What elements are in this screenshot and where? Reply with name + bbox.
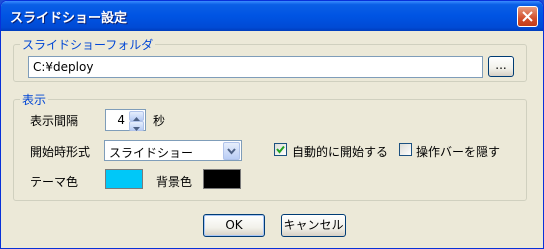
hide-toolbar-checkbox[interactable] [399, 143, 412, 156]
start-format-select[interactable]: スライドショー [104, 140, 242, 161]
cancel-button[interactable]: キャンセル [281, 214, 346, 237]
browse-button[interactable]: ... [488, 56, 514, 77]
auto-start-checkbox[interactable] [274, 143, 287, 156]
dropdown-button[interactable] [223, 142, 240, 160]
theme-color-swatch[interactable] [105, 169, 143, 189]
checkmark-icon [276, 145, 285, 154]
start-format-value: スライドショー [109, 146, 194, 160]
bg-color-swatch[interactable] [203, 169, 241, 189]
close-icon [522, 11, 533, 22]
chevron-down-icon [227, 148, 236, 155]
settings-dialog: スライドショー設定 スライドショーフォルダ C:¥deploy ... 表示 表… [0, 0, 544, 249]
spin-down-button[interactable] [129, 121, 144, 131]
interval-label: 表示間隔 [30, 114, 79, 128]
theme-color-label: テーマ色 [30, 175, 79, 189]
display-group-legend: 表示 [20, 91, 49, 108]
folder-path-input[interactable]: C:¥deploy [28, 56, 483, 78]
window-title: スライドショー設定 [10, 11, 128, 26]
spin-up-button[interactable] [129, 111, 144, 121]
interval-value: 4 [117, 113, 125, 127]
ok-button[interactable]: OK [203, 214, 265, 237]
hide-toolbar-label[interactable]: 操作バーを隠す [416, 143, 500, 160]
title-bar[interactable]: スライドショー設定 [1, 1, 543, 31]
auto-start-label[interactable]: 自動的に開始する [292, 143, 388, 160]
start-format-label: 開始時形式 [30, 145, 91, 159]
interval-unit-label: 秒 [153, 114, 166, 128]
folder-group-legend: スライドショーフォルダ [20, 36, 156, 53]
triangle-down-icon [133, 127, 140, 131]
bg-color-label: 背景色 [156, 175, 193, 189]
interval-spinner[interactable]: 4 [105, 109, 146, 131]
close-button[interactable] [517, 6, 538, 27]
